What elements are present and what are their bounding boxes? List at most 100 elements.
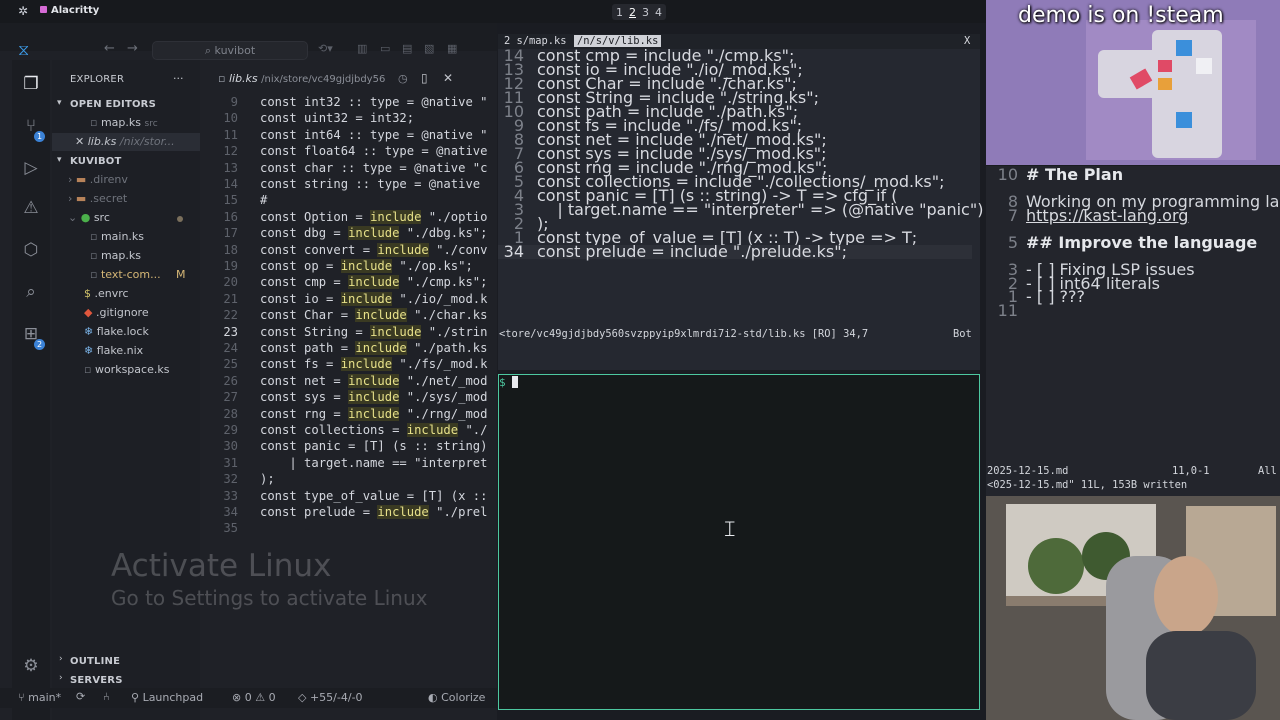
code-line[interactable]: 18 const convert = include "./conv [200, 242, 487, 258]
split-editor-icon[interactable]: ▯ [421, 71, 428, 85]
vim-line[interactable]: 34 const prelude = include "./prelude.ks"… [498, 244, 972, 260]
code-line[interactable]: 29 const collections = include "./ [200, 422, 487, 438]
vim-buffer[interactable]: 14 const cmp = include "./cmp.ks"; 13 const… [498, 48, 997, 319]
gear-icon[interactable]: ✲ [18, 4, 32, 18]
back-arrow-icon[interactable]: ← [104, 41, 115, 56]
include-keyword: include [406, 423, 459, 437]
workspace-1[interactable]: 1 [616, 6, 623, 19]
code-line[interactable]: 25 const fs = include "./fs/_mod.k [200, 356, 487, 372]
code-line[interactable]: 28 const rng = include "./rng/_mod [200, 406, 488, 422]
code-line[interactable]: 16 const Option = include "./optio [200, 209, 487, 225]
command-center-search[interactable]: ⌕ kuvibot [152, 41, 308, 60]
tree-item-direnv[interactable]: › ▬ .direnv [68, 173, 128, 186]
tree-item-secret[interactable]: › ▬ .secret [68, 192, 127, 205]
code-line[interactable]: 22 const Char = include "./char.ks [200, 307, 487, 323]
code-editor[interactable]: 9 const int32 :: type = @native " 10 const … [200, 94, 497, 539]
explorer-icon[interactable]: ❐ [19, 74, 43, 98]
tree-item-text-command[interactable]: ▫ text-com... [90, 268, 161, 281]
toggle-secondary-sidebar-icon[interactable]: ▧ [424, 42, 434, 55]
problems-indicator[interactable]: ⊗ 0 ⚠ 0 [232, 691, 276, 704]
code-line[interactable]: 15 # [200, 192, 267, 208]
tree-item-flake-lock[interactable]: ❄ flake.lock [84, 325, 149, 338]
code-line[interactable]: 10 const uint32 = int32; [200, 110, 414, 126]
branch-indicator[interactable]: ⑂ main* [18, 691, 61, 704]
tree-item-map[interactable]: ▫ map.ks [90, 249, 141, 262]
tree-item-envrc[interactable]: $ .envrc [84, 287, 129, 300]
code-line[interactable]: 32); [200, 471, 274, 487]
code-line[interactable]: 13 const char :: type = @native "c [200, 160, 487, 176]
code-line[interactable]: 14 const string :: type = @native [200, 176, 480, 192]
tree-item-main[interactable]: ▫ main.ks [90, 230, 144, 243]
servers-header[interactable]: SERVERS [70, 675, 123, 686]
chevron-down-icon[interactable]: ▾ [57, 98, 62, 108]
tree-item-gitignore[interactable]: ◆ .gitignore [84, 306, 149, 319]
notes-line[interactable] [986, 182, 1026, 196]
code-line[interactable]: 33 const type_of_value = [T] (x :: [200, 488, 487, 504]
tree-item-flake-nix[interactable]: ❄ flake.nix [84, 344, 143, 357]
open-editor-item[interactable]: ▫ map.ks src [90, 116, 158, 129]
tree-item-src[interactable]: ⌄ ● src [68, 211, 110, 224]
code-text: const convert = include "./conv [260, 242, 487, 257]
code-line[interactable]: 9 const int32 :: type = @native " [200, 94, 488, 110]
history-icon[interactable]: ◷ [398, 72, 408, 85]
open-editors-header[interactable]: OPEN EDITORS [70, 99, 156, 110]
workspace-2[interactable]: 2 [629, 6, 636, 19]
vim-close-tab[interactable]: X [964, 35, 970, 47]
code-line[interactable]: 19 const op = include "./op.ks"; [200, 258, 473, 274]
toggle-panel-icon[interactable]: ▭ [380, 42, 390, 55]
code-line[interactable]: 23 const String = include "./strin [200, 324, 487, 340]
chevron-right-icon[interactable]: › [59, 673, 63, 683]
git-graph-icon[interactable]: ⑃ [103, 690, 110, 703]
code-line[interactable]: 12 const float64 :: type = @native [200, 143, 487, 159]
notes-line[interactable]: 11 [986, 303, 1026, 319]
search-icon[interactable]: ⌕ [19, 282, 43, 306]
code-line[interactable]: 27 const sys = include "./sys/_mod [200, 389, 488, 405]
chevron-right-icon[interactable]: › [59, 654, 63, 664]
forward-arrow-icon[interactable]: → [127, 41, 138, 56]
code-line[interactable]: 20 const cmp = include "./cmp.ks"; [200, 274, 488, 290]
code-line[interactable]: 11 const int64 :: type = @native " [200, 127, 487, 143]
vim-status-position: Bot [953, 328, 972, 340]
notes-line[interactable]: 5 ## Improve the language [986, 235, 1257, 251]
code-line[interactable]: 30 const panic = [T] (s :: string) [200, 438, 487, 454]
code-line[interactable]: 35 [200, 520, 260, 536]
copilot-icon[interactable]: ⟲▾ [318, 42, 333, 55]
code-line[interactable]: 26 const net = include "./net/_mod [200, 373, 488, 389]
problems-icon[interactable]: ⚠ [19, 198, 43, 222]
workspace-3[interactable]: 3 [642, 6, 649, 19]
launchpad-button[interactable]: ⚲ Launchpad [131, 691, 203, 704]
code-line[interactable]: 24 const path = include "./path.ks [200, 340, 487, 356]
tree-item-workspace[interactable]: ▫ workspace.ks [84, 363, 169, 376]
code-line[interactable]: 34 const prelude = include "./prel [200, 504, 487, 520]
notes-line[interactable]: 7 https://kast-lang.org [986, 207, 1189, 223]
close-icon[interactable]: ✕ [75, 135, 88, 148]
sync-icon[interactable]: ⟳ [76, 690, 85, 703]
notes-line[interactable] [986, 222, 1026, 236]
vim-line[interactable]: 3 | target.name == "interpreter" => (@na… [498, 202, 997, 218]
close-icon[interactable]: ✕ [443, 71, 453, 85]
source-control-icon[interactable]: ⑂ 1 [19, 116, 45, 142]
toggle-bottom-panel-icon[interactable]: ▤ [402, 42, 412, 55]
project-header[interactable]: KUVIBOT [70, 156, 122, 167]
outline-header[interactable]: OUTLINE [70, 656, 120, 667]
diff-indicator[interactable]: ◇ +55/-4/-0 [298, 691, 363, 704]
code-line[interactable]: 31 | target.name == "interpret [200, 455, 487, 471]
workspace-4[interactable]: 4 [655, 6, 662, 19]
remote-explorer-icon[interactable]: ⬡ [19, 240, 43, 264]
code-line[interactable]: 17 const dbg = include "./dbg.ks"; [200, 225, 488, 241]
toggle-sidebar-icon[interactable]: ▥ [357, 42, 367, 55]
notes-line[interactable]: 10 # The Plan [986, 167, 1123, 183]
open-editor-item-active[interactable]: ✕ lib.ks /nix/stor... [75, 135, 175, 148]
run-debug-icon[interactable]: ▷ [19, 158, 43, 182]
settings-gear-icon[interactable]: ⚙ [19, 656, 43, 680]
extensions-icon[interactable]: ⊞ 2 [19, 324, 45, 350]
notes-buffer[interactable]: 10 # The Plan 8 Working on my programming l… [986, 167, 1280, 319]
customize-layout-icon[interactable]: ▦ [447, 42, 457, 55]
shell-terminal[interactable] [498, 374, 980, 710]
editor-tab-lib[interactable]: ▫ lib.ks /nix/store/vc49gjdjbdy56 [218, 72, 385, 85]
chevron-down-icon[interactable]: ▾ [57, 155, 62, 165]
notes-line[interactable] [986, 250, 1026, 264]
colorize-button[interactable]: ◐ Colorize [428, 691, 485, 704]
code-line[interactable]: 21 const io = include "./io/_mod.k [200, 291, 487, 307]
more-actions-icon[interactable]: ··· [173, 72, 184, 85]
